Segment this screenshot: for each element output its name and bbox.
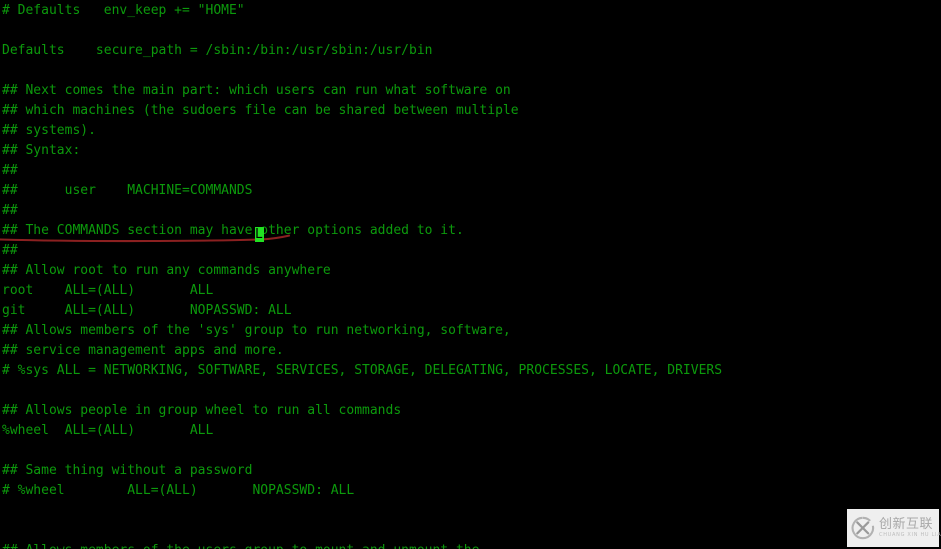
terminal-line: ## which machines (the sudoers file can … [2,103,519,118]
terminal-screen: # Defaults env_keep += "HOME" Defaults s… [2,1,941,549]
watermark: 创新互联 CHUANG XIN HU LIAN [847,509,941,547]
terminal-line: ## Allows members of the 'sys' group to … [2,323,511,338]
terminal-line: ## [2,243,18,258]
watermark-brand-cn: 创新互联 [879,516,934,532]
terminal-line: ## Next comes the main part: which users… [2,83,511,98]
terminal-line: ## service management apps and more. [2,343,284,358]
terminal-line: ## user MACHINE=COMMANDS [2,183,253,198]
terminal-line: %wheel ALL=(ALL) ALL [2,423,214,438]
terminal-line: ## Allows members of the users group to … [2,541,941,549]
terminal-line: # %wheel ALL=(ALL) NOPASSWD: ALL [2,483,355,498]
terminal-line: ## [2,203,18,218]
watermark-brand-pinyin: CHUANG XIN HU LIAN [879,531,941,538]
terminal-line: ## The COMMANDS section may have other o… [2,223,464,238]
terminal-window[interactable]: # Defaults env_keep += "HOME" Defaults s… [0,0,941,549]
terminal-line: ## Same thing without a password [2,463,253,478]
text-cursor-character: L [255,227,263,242]
terminal-line: ## Syntax: [2,143,81,158]
watermark-text: 创新互联 CHUANG XIN HU LIAN [879,516,941,539]
terminal-line: ## Allow root to run any commands anywhe… [2,263,331,278]
terminal-line: # %sys ALL = NETWORKING, SOFTWARE, SERVI… [2,363,723,378]
terminal-line: ## systems). [2,123,96,138]
terminal-line: ## Allows people in group wheel to run a… [2,403,402,418]
terminal-line: Defaults secure_path = /sbin:/bin:/usr/s… [2,43,433,58]
terminal-line: # Defaults env_keep += "HOME" [2,3,245,18]
terminal-line-root-rule: root ALL=(ALL) ALL [2,283,214,298]
terminal-line-git-rule: git ALL=(ALL) NOPASSWD: ALL [2,303,292,318]
terminal-line: ## [2,163,18,178]
cx-logo-icon [851,516,875,540]
